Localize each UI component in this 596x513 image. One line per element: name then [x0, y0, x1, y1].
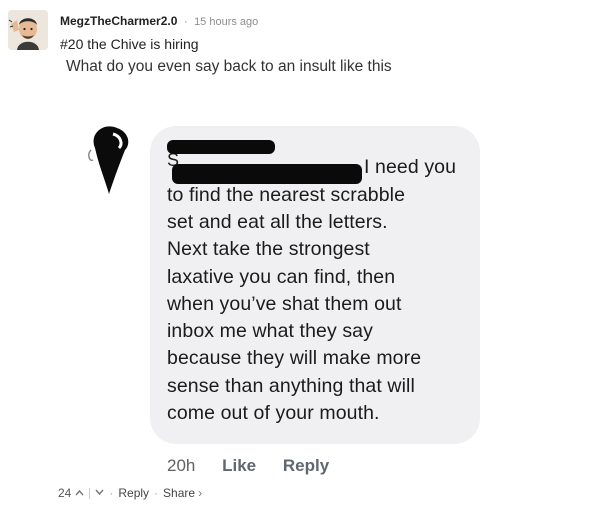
reply-link: Reply — [282, 456, 330, 475]
redaction-bar — [167, 140, 275, 154]
message-line: Next take the strongest — [167, 238, 370, 260]
avatar[interactable] — [8, 10, 48, 50]
message-line: sense than anything that will — [167, 375, 415, 397]
separator-dot: · — [154, 486, 159, 500]
post-title[interactable]: #20 the Chive is hiring — [60, 36, 199, 52]
message-bubble: S I need you to find the nearest scrabbl… — [150, 126, 480, 444]
chevron-up-icon[interactable] — [75, 488, 84, 498]
message-line: I need you — [364, 156, 457, 178]
separator-dot: · — [183, 14, 188, 28]
comment-actions: 24 · Reply · Share › — [58, 486, 202, 500]
share-arrow-icon: › — [198, 486, 203, 500]
vote-count: 24 — [58, 486, 72, 500]
message-line: laxative you can find, then — [167, 266, 396, 288]
chevron-down-icon[interactable] — [95, 488, 104, 498]
message-line: inbox me what they say — [167, 320, 373, 342]
message-line: set and eat all the letters. — [167, 211, 388, 233]
message-meta: 20h Like Reply — [167, 456, 351, 476]
message-line: when you’ve shat them out — [167, 293, 402, 315]
redacted-avatar-icon — [88, 126, 129, 194]
share-button[interactable]: Share — [163, 486, 195, 500]
comment-timestamp: 15 hours ago — [194, 16, 259, 28]
embedded-screenshot: S I need you to find the nearest scrabbl… — [85, 110, 505, 485]
message-line: come out of your mouth. — [167, 402, 380, 424]
message-line: because they will make more — [167, 347, 422, 369]
separator-dot: · — [109, 486, 114, 500]
avatar-illustration — [8, 10, 48, 50]
reply-button[interactable]: Reply — [118, 486, 149, 500]
comment-text: What do you even say back to an insult l… — [66, 58, 392, 75]
message-time: 20h — [167, 456, 196, 475]
message-line: to find the nearest scrabble — [167, 184, 406, 206]
redaction-bar — [172, 164, 362, 184]
author-line: MegzTheCharmer2.0 · 15 hours ago — [60, 14, 258, 28]
vote-divider — [89, 487, 91, 499]
author-name[interactable]: MegzTheCharmer2.0 — [60, 14, 177, 28]
like-link: Like — [222, 456, 257, 475]
